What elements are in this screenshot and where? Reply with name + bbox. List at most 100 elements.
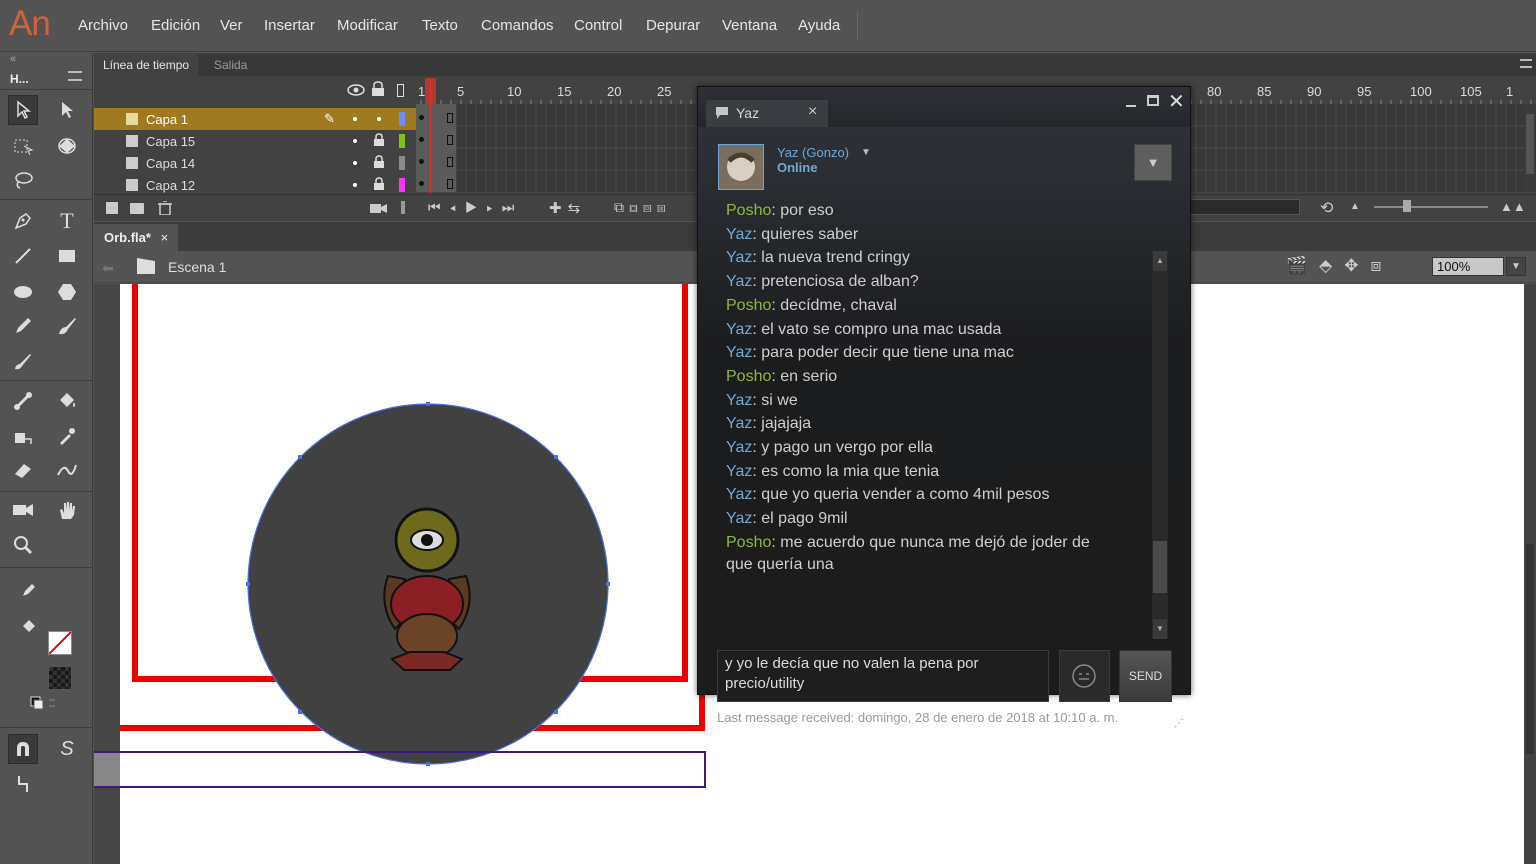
menu-item-0[interactable]: Archivo xyxy=(78,17,128,34)
menu-item-8[interactable]: Depurar xyxy=(646,17,700,34)
layer-name[interactable]: Capa 15 xyxy=(146,134,195,149)
slider-handle[interactable] xyxy=(1403,200,1411,212)
close-icon[interactable]: × xyxy=(808,103,817,121)
tab-document[interactable]: Orb.fla* × xyxy=(94,224,179,251)
pencil-tool-icon[interactable] xyxy=(8,311,38,341)
chat-scrollbar[interactable]: ▲ ▼ xyxy=(1152,251,1168,639)
frame-size-slider[interactable] xyxy=(1374,206,1488,208)
menu-item-9[interactable]: Ventana xyxy=(722,17,777,34)
layer-row[interactable]: Capa 1 ✎ xyxy=(94,108,416,130)
eyedropper-icon[interactable] xyxy=(52,421,82,451)
text-tool-icon[interactable]: T xyxy=(52,206,82,236)
menu-item-6[interactable]: Comandos xyxy=(481,17,554,34)
straighten-icon[interactable] xyxy=(8,769,38,799)
zoom-out-frames-icon[interactable]: ▲ xyxy=(1350,201,1360,212)
tab-output[interactable]: Salida xyxy=(205,54,256,76)
keyframe[interactable] xyxy=(419,181,424,186)
emoticon-button[interactable] xyxy=(1059,650,1110,702)
reset-icon[interactable]: ⟲ xyxy=(1320,198,1333,218)
layer-row[interactable]: Capa 12 xyxy=(94,174,416,196)
layer-row[interactable]: Capa 14 xyxy=(94,152,416,174)
brush-tool-icon[interactable] xyxy=(8,346,38,376)
layer-color-swatch[interactable] xyxy=(399,178,405,192)
outline-all-icon[interactable] xyxy=(397,84,404,97)
visibility-dot[interactable] xyxy=(353,183,357,187)
zoom-tool-icon[interactable] xyxy=(8,530,38,560)
chevron-down-icon[interactable]: ▼ xyxy=(1506,257,1526,276)
contact-name[interactable]: Yaz (Gonzo) xyxy=(777,145,849,160)
zoom-in-frames-icon[interactable]: ▲▲ xyxy=(1500,199,1526,214)
layer-name[interactable]: Capa 12 xyxy=(146,178,195,193)
swap-colors-icon[interactable] xyxy=(22,693,62,713)
maximize-icon[interactable] xyxy=(1147,95,1159,106)
camera-icon[interactable] xyxy=(370,202,388,217)
layer-name[interactable]: Capa 1 xyxy=(146,112,188,127)
panel-menu-icon[interactable] xyxy=(68,71,82,81)
ink-bottle-icon[interactable] xyxy=(8,421,38,451)
chevron-down-icon[interactable]: ▼ xyxy=(861,147,871,158)
eraser-icon[interactable] xyxy=(8,455,38,485)
bone-tool-icon[interactable] xyxy=(8,386,38,416)
menu-item-5[interactable]: Texto xyxy=(422,17,458,34)
zoom-input[interactable]: 100% xyxy=(1432,257,1504,276)
layer-name[interactable]: Capa 14 xyxy=(146,156,195,171)
layer-color-swatch[interactable] xyxy=(399,112,405,126)
lasso-icon[interactable] xyxy=(8,165,38,195)
timeline-vscroll[interactable] xyxy=(1524,104,1536,192)
paint-bucket-icon[interactable] xyxy=(52,386,82,416)
line-tool-icon[interactable] xyxy=(8,241,38,271)
menu-item-10[interactable]: Ayuda xyxy=(798,17,840,34)
hand-tool-icon[interactable] xyxy=(52,495,82,525)
lock-dot[interactable] xyxy=(377,117,381,121)
selection-tool-icon[interactable] xyxy=(8,95,38,125)
timeline-hscroll[interactable] xyxy=(1184,199,1300,215)
menu-item-4[interactable]: Modificar xyxy=(337,17,398,34)
message-input[interactable]: y yo le decía que no valen la pena por p… xyxy=(717,650,1049,702)
loop-icon[interactable]: ✚⇆ xyxy=(549,199,586,217)
menu-item-7[interactable]: Control xyxy=(574,17,622,34)
chat-tab[interactable]: Yaz × xyxy=(706,100,828,128)
lock-icon[interactable] xyxy=(373,133,385,150)
layer-color-swatch[interactable] xyxy=(399,156,405,170)
panel-menu-icon[interactable] xyxy=(1520,59,1532,68)
resize-grip-icon[interactable]: ⋰ xyxy=(1174,718,1184,729)
rectangle-tool-icon[interactable] xyxy=(52,241,82,271)
timeline-drag-handle[interactable] xyxy=(401,201,405,214)
tab-timeline[interactable]: Línea de tiempo xyxy=(94,54,199,76)
back-arrow-icon[interactable]: ⬅ xyxy=(102,260,114,277)
show-hide-all-icon[interactable] xyxy=(347,83,365,100)
snap-to-objects-icon[interactable] xyxy=(8,734,38,764)
paint-brush-icon[interactable] xyxy=(52,311,82,341)
3d-rotation-icon[interactable] xyxy=(52,131,82,161)
width-tool-icon[interactable] xyxy=(52,455,82,485)
free-transform-icon[interactable] xyxy=(8,131,38,161)
stroke-color-swatch[interactable] xyxy=(48,631,72,655)
lock-all-icon[interactable] xyxy=(371,81,385,100)
pen-tool-icon[interactable] xyxy=(8,206,38,236)
chat-options-button[interactable]: ▼ xyxy=(1134,144,1172,181)
stage-tools-icon[interactable]: 🎬⬘✥⧈ xyxy=(1286,256,1393,276)
menu-item-2[interactable]: Ver xyxy=(220,17,243,34)
menu-item-3[interactable]: Insertar xyxy=(264,17,315,34)
smooth-icon[interactable]: S xyxy=(52,734,82,764)
layer-row[interactable]: Capa 15 xyxy=(94,130,416,152)
keyframe[interactable] xyxy=(419,159,424,164)
fill-color-swatch[interactable] xyxy=(48,666,72,690)
visibility-dot[interactable] xyxy=(353,117,357,121)
visibility-dot[interactable] xyxy=(353,139,357,143)
stage-vscroll[interactable] xyxy=(1524,284,1536,864)
layer-color-swatch[interactable] xyxy=(399,134,405,148)
lock-icon[interactable] xyxy=(373,155,385,172)
delete-layer-icon[interactable] xyxy=(158,200,172,218)
lock-icon[interactable] xyxy=(373,177,385,194)
new-layer-icon[interactable] xyxy=(106,202,118,214)
stroke-color-icon[interactable] xyxy=(14,575,44,605)
minimize-icon[interactable] xyxy=(1126,105,1136,107)
keyframe[interactable] xyxy=(419,115,424,120)
close-icon[interactable]: × xyxy=(161,230,169,245)
avatar[interactable] xyxy=(718,144,764,190)
send-button[interactable]: SEND xyxy=(1119,650,1172,702)
scene-name[interactable]: Escena 1 xyxy=(168,259,226,275)
polystar-tool-icon[interactable] xyxy=(52,277,82,307)
menu-item-1[interactable]: Edición xyxy=(151,17,200,34)
